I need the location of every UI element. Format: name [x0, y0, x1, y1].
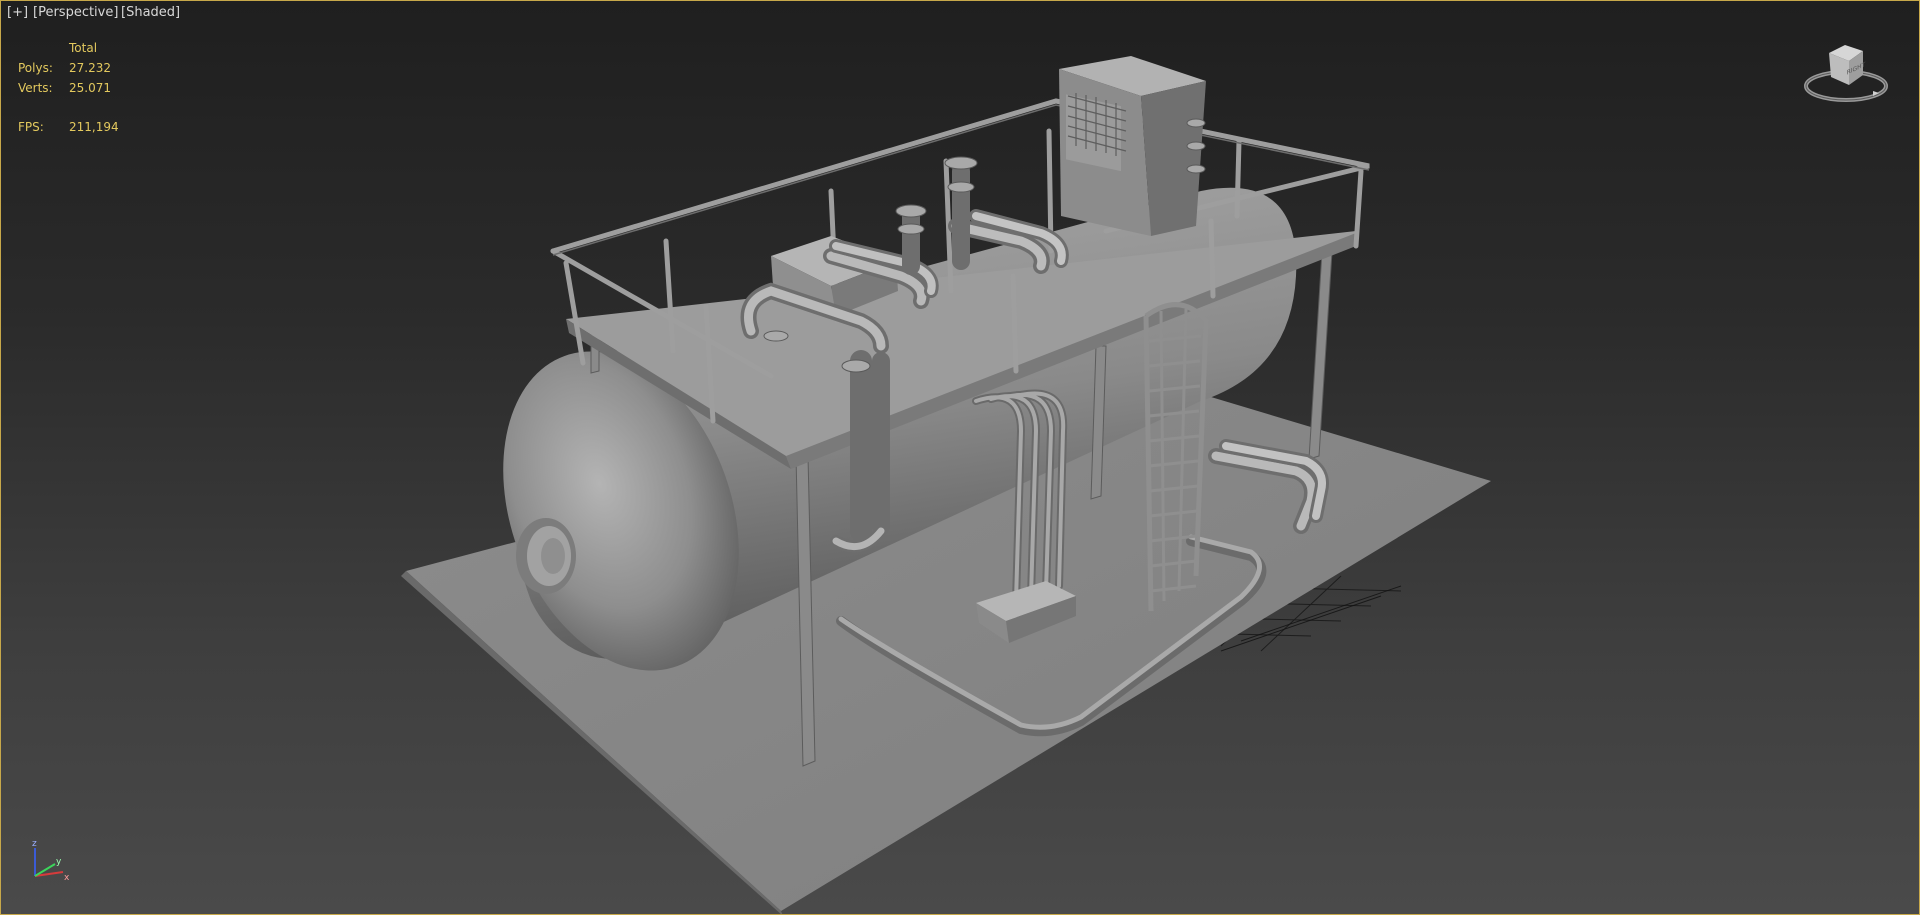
perspective-viewport[interactable]: [+] [Perspective] [Shaded] Total Polys: …	[0, 0, 1920, 915]
axis-tripod-icon: z y x	[32, 839, 70, 883]
verts-value: 25.071	[69, 81, 111, 95]
viewport-view-label[interactable]: [Perspective]	[33, 5, 118, 21]
axis-x-label: x	[64, 873, 70, 883]
fps-value: 211,194	[69, 120, 119, 134]
axis-z-label: z	[32, 839, 37, 849]
scene-render	[401, 56, 1491, 914]
polys-label: Polys:	[18, 61, 53, 75]
fps-label: FPS:	[18, 120, 44, 134]
viewport-shading-label[interactable]: [Shaded]	[121, 5, 180, 21]
axis-y-label: y	[56, 857, 62, 867]
verts-label: Verts:	[18, 81, 53, 95]
viewport-menu-plus[interactable]: [+]	[7, 5, 28, 21]
viewcube-icon[interactable]: RIGHT	[1801, 41, 1891, 116]
stats-header: Total	[69, 41, 98, 55]
electrical-cabinet	[1059, 56, 1206, 236]
polys-value: 27.232	[69, 61, 111, 75]
